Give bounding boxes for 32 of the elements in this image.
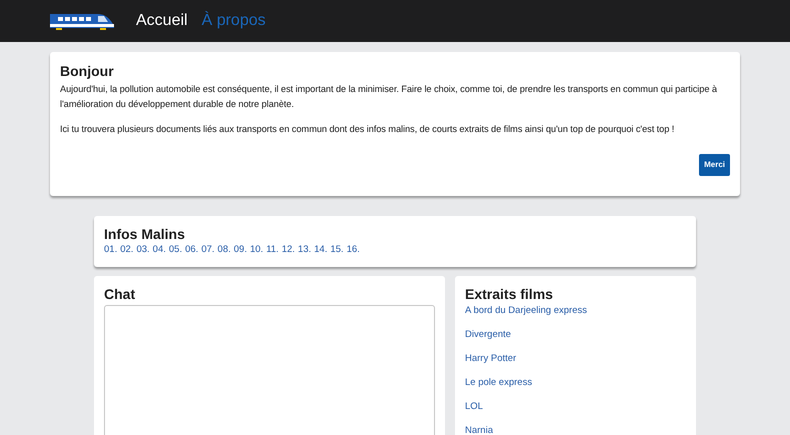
film-link[interactable]: Divergente: [465, 328, 511, 342]
info-link[interactable]: 14.: [314, 243, 328, 257]
film-link[interactable]: Harry Potter: [465, 352, 516, 366]
card-title: Extraits films: [465, 285, 554, 303]
card-title: Chat: [104, 285, 136, 303]
card-title: Bonjour: [60, 62, 115, 80]
info-link[interactable]: 07.: [201, 243, 215, 257]
info-link[interactable]: 13.: [298, 243, 312, 257]
train-icon: [48, 11, 116, 31]
film-link[interactable]: Narnia: [465, 424, 493, 435]
info-link[interactable]: 10.: [250, 243, 264, 257]
info-link[interactable]: 15.: [330, 243, 344, 257]
info-link[interactable]: 05.: [168, 243, 182, 257]
info-link[interactable]: 06.: [185, 243, 198, 257]
film-link[interactable]: Le pole express: [465, 376, 532, 390]
info-link[interactable]: 11.: [266, 243, 279, 257]
paragraph: Aujourd'hui, la pollution automobile est conséquente, il est important de la minimiser. Faire le choix, comme toi, de prendre les transports en commun qui participe à l'amélioration du développement durable de notre planète.: [60, 83, 718, 111]
film-link[interactable]: A bord du Darjeeling express: [465, 304, 587, 318]
paragraph: Ici tu trouvera plusieurs documents liés aux transports en commun dont des infos malins, de courts extraits de films ainsi qu'un top de pourquoi c'est top !: [60, 123, 676, 136]
film-link[interactable]: LOL: [465, 400, 483, 414]
chat-box[interactable]: [104, 305, 435, 435]
info-link[interactable]: 01.: [104, 243, 118, 257]
info-link[interactable]: 09.: [234, 243, 247, 257]
merci-button[interactable]: Merci: [699, 154, 730, 176]
info-link[interactable]: 02.: [120, 243, 134, 257]
card-title: Infos Malins: [104, 225, 186, 243]
info-link[interactable]: 08.: [218, 243, 231, 257]
info-link[interactable]: 16.: [346, 243, 360, 257]
nav-link[interactable]: Accueil: [136, 9, 188, 33]
info-link[interactable]: 12.: [282, 243, 295, 257]
info-link[interactable]: 03.: [136, 243, 150, 257]
info-link[interactable]: 04.: [152, 243, 166, 257]
